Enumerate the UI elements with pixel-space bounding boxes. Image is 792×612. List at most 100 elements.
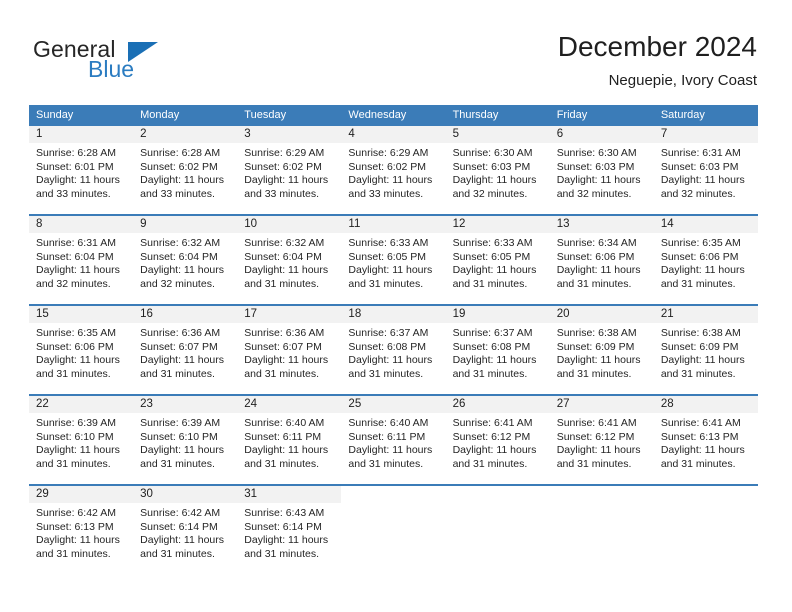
weekday-header-thursday: Thursday (445, 105, 550, 126)
sunrise-text: Sunrise: 6:39 AM (140, 417, 221, 429)
calendar-day-cell[interactable]: 13 Sunrise: 6:34 AM Sunset: 6:06 PM Dayligh… (549, 214, 654, 305)
calendar-day-cell[interactable]: 25 Sunrise: 6:40 AM Sunset: 6:11 PM Dayligh… (341, 394, 446, 485)
calendar-week-row: 22 Sunrise: 6:39 AM Sunset: 6:10 PM Dayligh… (29, 394, 758, 485)
brand-logo[interactable]: General Blue (33, 36, 233, 86)
daylight-text: Daylight: 11 hours and 32 minutes. (452, 174, 537, 200)
day-details: Sunrise: 6:36 AM Sunset: 6:07 PM Daylight:… (133, 323, 237, 381)
weekday-header-wednesday: Wednesday (341, 105, 446, 126)
calendar-week-row: 1 Sunrise: 6:28 AM Sunset: 6:01 PM Daylight… (29, 126, 758, 215)
calendar-day-cell[interactable]: 17 Sunrise: 6:36 AM Sunset: 6:07 PM Dayligh… (237, 304, 342, 395)
calendar-day-cell[interactable]: 16 Sunrise: 6:36 AM Sunset: 6:07 PM Dayligh… (133, 304, 238, 395)
calendar-day-cell[interactable]: 21 Sunrise: 6:38 AM Sunset: 6:09 PM Dayligh… (653, 304, 758, 395)
sunset-text: Sunset: 6:06 PM (556, 250, 635, 263)
daylight-text: Daylight: 11 hours and 32 minutes. (660, 174, 745, 200)
day-details: Sunrise: 6:35 AM Sunset: 6:06 PM Daylight:… (29, 323, 133, 381)
calendar-day-cell[interactable]: 26 Sunrise: 6:41 AM Sunset: 6:12 PM Dayligh… (445, 394, 550, 485)
calendar-day-cell[interactable]: 31 Sunrise: 6:43 AM Sunset: 6:14 PM Dayligh… (237, 484, 342, 574)
day-details: Sunrise: 6:29 AM Sunset: 6:02 PM Daylight:… (237, 143, 341, 201)
day-number: 31 (237, 486, 342, 503)
sunset-text: Sunset: 6:02 PM (348, 160, 427, 173)
calendar-day-cell[interactable]: 29 Sunrise: 6:42 AM Sunset: 6:13 PM Dayligh… (29, 484, 134, 574)
day-number: 6 (549, 126, 654, 143)
calendar-day-cell[interactable]: 23 Sunrise: 6:39 AM Sunset: 6:10 PM Dayligh… (133, 394, 238, 485)
sunrise-text: Sunrise: 6:31 AM (660, 147, 741, 159)
calendar-day-cell[interactable]: 10 Sunrise: 6:32 AM Sunset: 6:04 PM Dayligh… (237, 214, 342, 305)
calendar-day-cell[interactable]: 28 Sunrise: 6:41 AM Sunset: 6:13 PM Dayligh… (653, 394, 758, 485)
day-details: Sunrise: 6:32 AM Sunset: 6:04 PM Daylight:… (133, 233, 237, 291)
calendar-day-cell[interactable]: 14 Sunrise: 6:35 AM Sunset: 6:06 PM Dayligh… (653, 214, 758, 305)
calendar-day-cell[interactable]: 12 Sunrise: 6:33 AM Sunset: 6:05 PM Dayligh… (445, 214, 550, 305)
sunrise-text: Sunrise: 6:42 AM (140, 507, 221, 519)
day-details: Sunrise: 6:43 AM Sunset: 6:14 PM Daylight:… (237, 503, 341, 561)
calendar-day-cell[interactable]: 18 Sunrise: 6:37 AM Sunset: 6:08 PM Dayligh… (341, 304, 446, 395)
daylight-text: Daylight: 11 hours and 33 minutes. (244, 174, 329, 200)
daylight-text: Daylight: 11 hours and 31 minutes. (140, 444, 224, 470)
calendar-day-cell[interactable]: 19 Sunrise: 6:37 AM Sunset: 6:08 PM Dayligh… (445, 304, 550, 395)
calendar-day-cell[interactable]: 4 Sunrise: 6:29 AM Sunset: 6:02 PM Daylight… (341, 126, 446, 215)
sunrise-text: Sunrise: 6:35 AM (660, 237, 741, 249)
sunset-text: Sunset: 6:04 PM (36, 250, 114, 263)
day-details: Sunrise: 6:42 AM Sunset: 6:13 PM Daylight:… (29, 503, 133, 561)
daylight-text: Daylight: 11 hours and 31 minutes. (348, 264, 433, 290)
day-details: Sunrise: 6:39 AM Sunset: 6:10 PM Daylight:… (133, 413, 237, 471)
calendar-day-cell[interactable]: 1 Sunrise: 6:28 AM Sunset: 6:01 PM Daylight… (29, 126, 134, 215)
calendar-day-cell[interactable]: 20 Sunrise: 6:38 AM Sunset: 6:09 PM Dayligh… (549, 304, 654, 395)
day-details: Sunrise: 6:33 AM Sunset: 6:05 PM Daylight:… (446, 233, 550, 291)
day-number: 1 (29, 126, 134, 143)
calendar-day-cell[interactable]: 11 Sunrise: 6:33 AM Sunset: 6:05 PM Dayligh… (341, 214, 446, 305)
sunset-text: Sunset: 6:12 PM (556, 430, 635, 443)
day-number: 17 (237, 306, 342, 323)
day-number: 10 (237, 216, 342, 233)
sunset-text: Sunset: 6:03 PM (660, 160, 739, 173)
sunset-text: Sunset: 6:08 PM (452, 340, 531, 353)
calendar-empty-cell (341, 484, 446, 574)
day-number: 4 (341, 126, 446, 143)
day-details: Sunrise: 6:39 AM Sunset: 6:10 PM Daylight:… (29, 413, 133, 471)
calendar-day-cell[interactable]: 15 Sunrise: 6:35 AM Sunset: 6:06 PM Dayligh… (29, 304, 134, 395)
day-number: 13 (549, 216, 654, 233)
calendar-day-cell[interactable]: 24 Sunrise: 6:40 AM Sunset: 6:11 PM Dayligh… (237, 394, 342, 485)
sunset-text: Sunset: 6:09 PM (660, 340, 739, 353)
sunset-text: Sunset: 6:11 PM (348, 430, 426, 443)
sunset-text: Sunset: 6:14 PM (140, 520, 218, 533)
sunset-text: Sunset: 6:09 PM (556, 340, 635, 353)
calendar-day-cell[interactable]: 7 Sunrise: 6:31 AM Sunset: 6:03 PM Daylight… (653, 126, 758, 215)
brand-name-blue: Blue (88, 56, 135, 82)
calendar-table: Sunday Monday Tuesday Wednesday Thursday… (29, 105, 758, 574)
calendar-day-cell[interactable]: 22 Sunrise: 6:39 AM Sunset: 6:10 PM Dayligh… (29, 394, 134, 485)
calendar-day-cell[interactable]: 3 Sunrise: 6:29 AM Sunset: 6:02 PM Daylight… (237, 126, 342, 215)
sunset-text: Sunset: 6:02 PM (140, 160, 218, 173)
sunrise-text: Sunrise: 6:33 AM (452, 237, 533, 249)
day-number: 28 (653, 396, 758, 413)
daylight-text: Daylight: 11 hours and 32 minutes. (556, 174, 641, 200)
calendar-day-cell[interactable]: 5 Sunrise: 6:30 AM Sunset: 6:03 PM Daylight… (445, 126, 550, 215)
day-details: Sunrise: 6:34 AM Sunset: 6:06 PM Daylight:… (550, 233, 654, 291)
day-details: Sunrise: 6:30 AM Sunset: 6:03 PM Daylight:… (446, 143, 550, 201)
sunset-text: Sunset: 6:03 PM (556, 160, 635, 173)
calendar-day-cell[interactable]: 27 Sunrise: 6:41 AM Sunset: 6:12 PM Dayligh… (549, 394, 654, 485)
sunrise-text: Sunrise: 6:28 AM (36, 147, 116, 159)
sunrise-text: Sunrise: 6:38 AM (660, 327, 741, 339)
sunrise-text: Sunrise: 6:32 AM (140, 237, 221, 249)
day-number: 16 (133, 306, 238, 323)
sunset-text: Sunset: 6:07 PM (140, 340, 218, 353)
calendar-day-cell[interactable]: 8 Sunrise: 6:31 AM Sunset: 6:04 PM Daylight… (29, 214, 134, 305)
sunset-text: Sunset: 6:10 PM (140, 430, 218, 443)
day-number: 7 (653, 126, 758, 143)
calendar-day-cell[interactable]: 9 Sunrise: 6:32 AM Sunset: 6:04 PM Daylight… (133, 214, 238, 305)
day-details: Sunrise: 6:36 AM Sunset: 6:07 PM Daylight:… (237, 323, 341, 381)
calendar-day-cell[interactable]: 30 Sunrise: 6:42 AM Sunset: 6:14 PM Dayligh… (133, 484, 238, 574)
sunrise-text: Sunrise: 6:43 AM (244, 507, 325, 519)
sunrise-text: Sunrise: 6:32 AM (244, 237, 325, 249)
calendar-day-cell[interactable]: 6 Sunrise: 6:30 AM Sunset: 6:03 PM Daylight… (549, 126, 654, 215)
sunrise-text: Sunrise: 6:36 AM (244, 327, 325, 339)
day-details: Sunrise: 6:41 AM Sunset: 6:12 PM Daylight:… (446, 413, 550, 471)
day-details: Sunrise: 6:41 AM Sunset: 6:12 PM Daylight:… (550, 413, 654, 471)
day-details: Sunrise: 6:31 AM Sunset: 6:03 PM Daylight:… (654, 143, 758, 201)
calendar-day-cell[interactable]: 2 Sunrise: 6:28 AM Sunset: 6:02 PM Daylight… (133, 126, 238, 215)
sunset-text: Sunset: 6:12 PM (452, 430, 531, 443)
sunrise-text: Sunrise: 6:38 AM (556, 327, 637, 339)
day-details: Sunrise: 6:40 AM Sunset: 6:11 PM Daylight:… (341, 413, 445, 471)
daylight-text: Daylight: 11 hours and 31 minutes. (452, 264, 537, 290)
day-details: Sunrise: 6:41 AM Sunset: 6:13 PM Daylight:… (654, 413, 758, 471)
